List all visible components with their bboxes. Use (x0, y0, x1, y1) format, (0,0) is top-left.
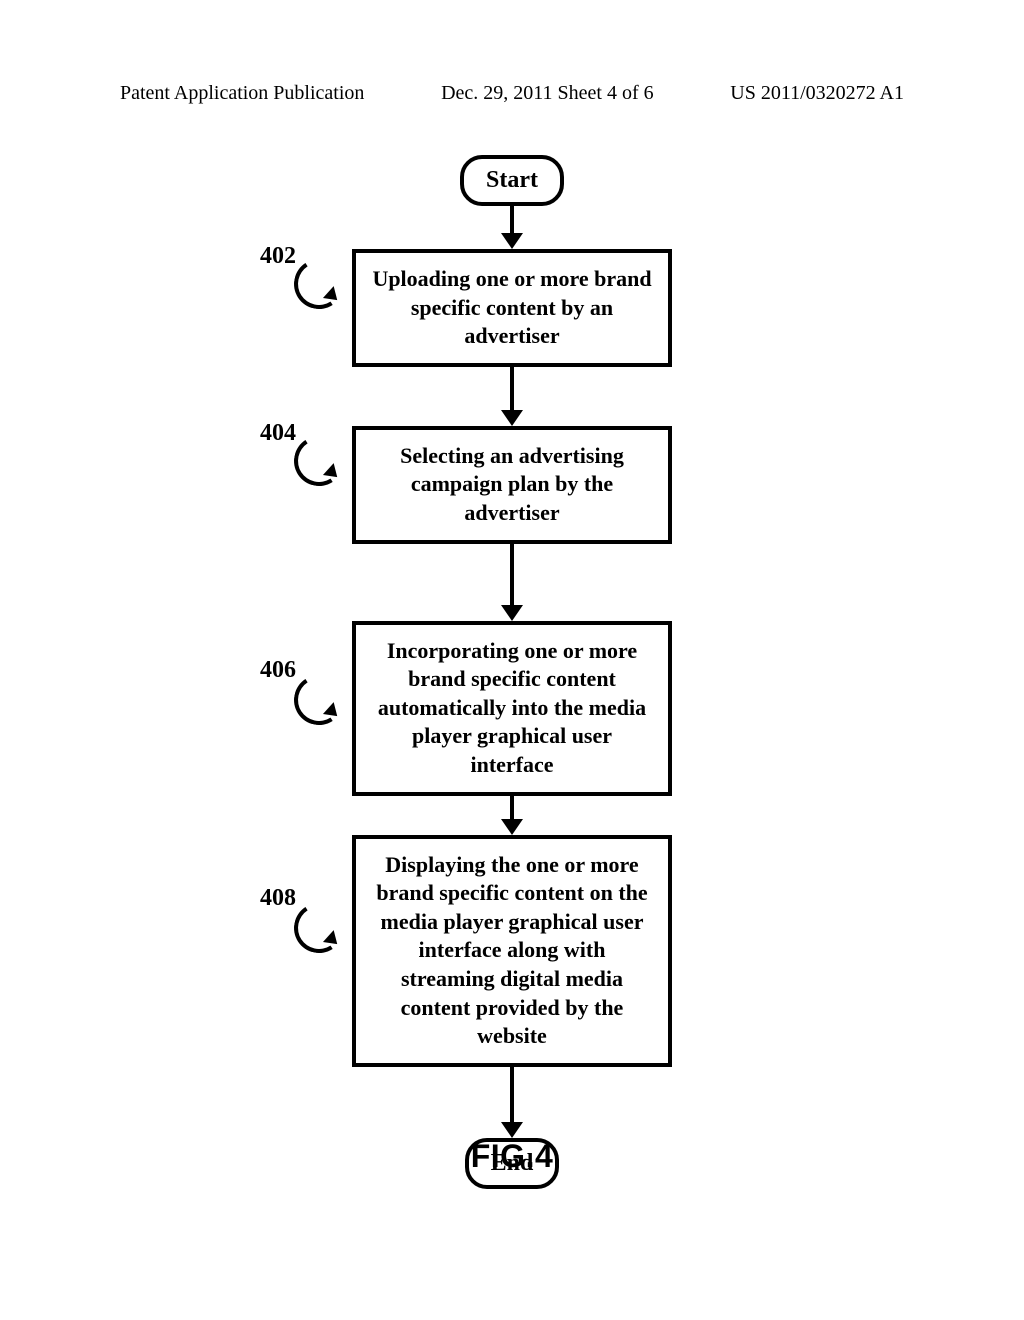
page-header: Patent Application Publication Dec. 29, … (0, 82, 1024, 105)
arrow-408-to-end (501, 1067, 523, 1138)
flowchart: Start Uploading one or more brand specif… (0, 155, 1024, 1189)
patent-page: Patent Application Publication Dec. 29, … (0, 0, 1024, 1320)
step-408: Displaying the one or more brand specifi… (352, 835, 672, 1067)
step-404: Selecting an advertising campaign plan b… (352, 426, 672, 544)
arrow-402-to-404 (501, 367, 523, 426)
ref-label-408: 408 (260, 883, 296, 914)
ref-arc-402 (289, 254, 348, 313)
arrow-404-to-406 (501, 544, 523, 621)
step-408-text: Displaying the one or more brand specifi… (376, 852, 647, 1049)
step-406-text: Incorporating one or more brand specific… (378, 638, 646, 777)
ref-label-406: 406 (260, 655, 296, 686)
ref-arc-404 (289, 431, 348, 490)
header-pub-number: US 2011/0320272 A1 (730, 82, 904, 105)
ref-arc-406 (289, 670, 348, 729)
step-404-text: Selecting an advertising campaign plan b… (400, 443, 624, 525)
ref-label-402: 402 (260, 241, 296, 272)
step-402-text: Uploading one or more brand specific con… (372, 266, 651, 348)
step-402: Uploading one or more brand specific con… (352, 249, 672, 367)
figure-caption: FIG.4 (0, 1138, 1024, 1175)
ref-label-404: 404 (260, 418, 296, 449)
header-publication: Patent Application Publication (120, 82, 364, 105)
header-date-sheet: Dec. 29, 2011 Sheet 4 of 6 (441, 82, 654, 105)
arrow-start-to-402 (501, 206, 523, 249)
step-406: Incorporating one or more brand specific… (352, 621, 672, 796)
ref-arc-408 (289, 898, 348, 957)
start-terminator: Start (460, 155, 564, 206)
arrow-406-to-408 (501, 796, 523, 835)
